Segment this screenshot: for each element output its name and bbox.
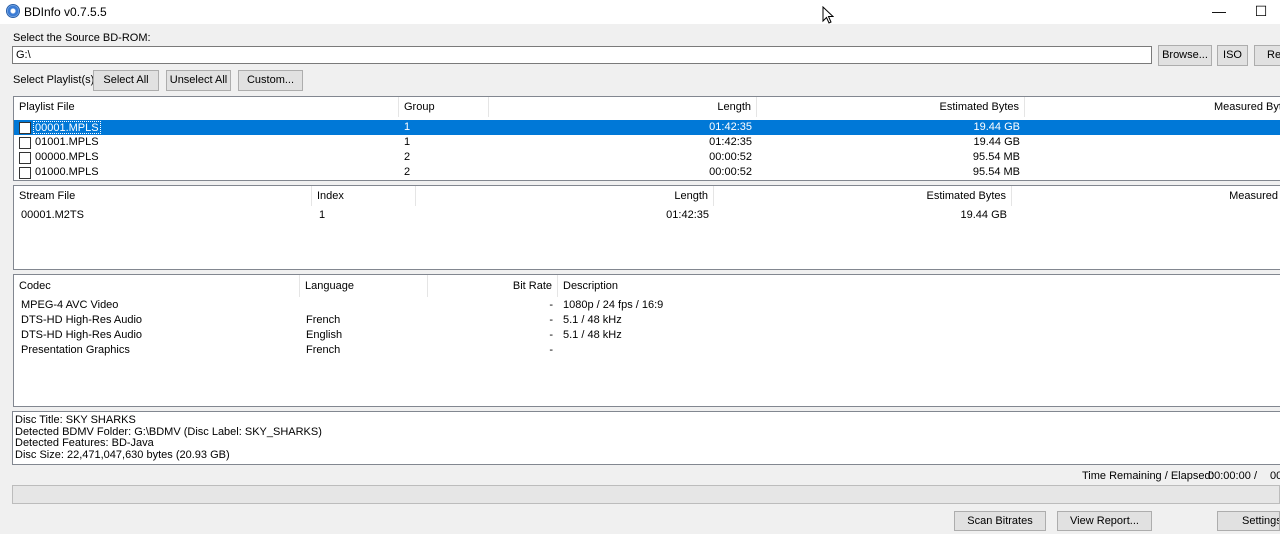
window-title: BDInfo v0.7.5.5 (24, 5, 107, 19)
codec-bitrate: - (549, 329, 553, 341)
codec-name: DTS-HD High-Res Audio (21, 314, 143, 326)
playlist-group: 1 (404, 136, 411, 148)
stream-row[interactable]: 00001.M2TS 1 01:42:35 19.44 GB (14, 208, 1280, 223)
disc-info-textbox[interactable]: Disc Title: SKY SHARKS Detected BDMV Fol… (12, 411, 1280, 465)
time-separator: / (1254, 470, 1258, 482)
playlist-file: 00001.MPLS (33, 121, 101, 134)
playlist-file: 01000.MPLS (35, 166, 99, 178)
playlist-header: Playlist File Group Length Estimated Byt… (14, 97, 1280, 117)
title-bar: BDInfo v0.7.5.5 — ☐ (0, 0, 1280, 24)
playlist-length: 01:42:35 (709, 136, 752, 148)
codec-description (558, 343, 1258, 358)
col-codec[interactable]: Codec (14, 275, 300, 297)
codec-description: 1080p / 24 fps / 16:9 (563, 299, 664, 311)
time-label: Time Remaining / Elapsed: (1082, 470, 1214, 482)
codec-name: DTS-HD High-Res Audio (21, 329, 143, 341)
col-estimated-bytes[interactable]: Estimated Bytes (757, 97, 1025, 117)
codec-language: French (306, 314, 341, 326)
col-language[interactable]: Language (300, 275, 428, 297)
playlist-checkbox[interactable] (19, 122, 31, 134)
playlist-row[interactable]: 01000.MPLS 2 00:00:52 95.54 MB (14, 165, 1280, 180)
col-description[interactable]: Description (558, 275, 1258, 297)
time-elapsed: 00 (1270, 470, 1280, 482)
source-label: Select the Source BD-ROM: (13, 32, 151, 44)
codec-bitrate: - (549, 344, 553, 356)
playlist-estimated: 19.44 GB (973, 136, 1020, 148)
iso-button[interactable]: ISO (1217, 45, 1248, 66)
codec-row[interactable]: Presentation Graphics French - (14, 343, 1280, 358)
codec-description: 5.1 / 48 kHz (563, 329, 622, 341)
playlist-length: 00:00:52 (709, 151, 752, 163)
playlist-listview[interactable]: Playlist File Group Length Estimated Byt… (13, 96, 1280, 181)
playlist-estimated: 19.44 GB (973, 121, 1020, 133)
view-report-button[interactable]: View Report... (1057, 511, 1152, 531)
playlist-row[interactable]: 00001.MPLS 1 01:42:35 19.44 GB (14, 120, 1280, 135)
col-stream-estimated[interactable]: Estimated Bytes (714, 186, 1012, 206)
codec-row[interactable]: DTS-HD High-Res Audio English - 5.1 / 48… (14, 328, 1280, 343)
codec-name: Presentation Graphics (21, 344, 130, 356)
codec-language (301, 298, 428, 313)
col-playlist-file[interactable]: Playlist File (14, 97, 399, 117)
stream-index: 1 (319, 209, 326, 221)
scan-progress-bar (12, 485, 1280, 504)
stream-length: 01:42:35 (666, 209, 709, 221)
mouse-cursor-icon (822, 5, 835, 27)
bdinfo-disc-icon (6, 4, 20, 18)
codec-listview[interactable]: Codec Language Bit Rate Description MPEG… (13, 274, 1280, 407)
col-length[interactable]: Length (489, 97, 757, 117)
codec-bitrate: - (549, 314, 553, 326)
codec-row[interactable]: DTS-HD High-Res Audio French - 5.1 / 48 … (14, 313, 1280, 328)
playlist-length: 01:42:35 (709, 121, 752, 133)
maximize-button[interactable]: ☐ (1238, 0, 1280, 24)
col-index[interactable]: Index (312, 186, 416, 206)
col-stream-length[interactable]: Length (416, 186, 714, 206)
disc-title: Disc Title: SKY SHARKS (15, 414, 136, 426)
codec-language: English (306, 329, 343, 341)
playlist-estimated: 95.54 MB (972, 166, 1020, 178)
settings-button[interactable]: Settings... (1217, 511, 1280, 531)
unselect-all-button[interactable]: Unselect All (166, 70, 231, 91)
codec-header: Codec Language Bit Rate Description (14, 275, 1280, 297)
scan-bitrates-button[interactable]: Scan Bitrates (954, 511, 1046, 531)
select-playlists-label: Select Playlist(s): (13, 74, 98, 86)
playlist-file: 01001.MPLS (35, 136, 99, 148)
stream-estimated: 19.44 GB (960, 209, 1007, 221)
playlist-estimated: 95.54 MB (972, 151, 1020, 163)
disc-size: Disc Size: 22,471,047,630 bytes (20.93 G… (15, 448, 230, 461)
col-bit-rate[interactable]: Bit Rate (428, 275, 558, 297)
stream-header: Stream File Index Length Estimated Bytes… (14, 186, 1280, 206)
stream-listview[interactable]: Stream File Index Length Estimated Bytes… (13, 185, 1280, 270)
playlist-group: 1 (404, 121, 411, 133)
codec-bitrate: - (549, 299, 553, 311)
source-path-input[interactable]: G:\ (12, 46, 1152, 64)
codec-language: French (306, 344, 341, 356)
playlist-row[interactable]: 01001.MPLS 1 01:42:35 19.44 GB (14, 135, 1280, 150)
codec-name: MPEG-4 AVC Video (21, 299, 119, 311)
col-stream-file[interactable]: Stream File (14, 186, 312, 206)
time-remaining: 00:00:00 (1208, 470, 1251, 482)
col-measured-bytes[interactable]: Measured Byte (1025, 97, 1280, 117)
disc-features: Detected Features: BD-Java (15, 437, 154, 449)
col-group[interactable]: Group (399, 97, 489, 117)
select-all-button[interactable]: Select All (93, 70, 159, 91)
disc-bdmv-folder: Detected BDMV Folder: G:\BDMV (Disc Labe… (15, 425, 322, 438)
playlist-row[interactable]: 00000.MPLS 2 00:00:52 95.54 MB (14, 150, 1280, 165)
playlist-group: 2 (404, 151, 411, 163)
col-stream-measured[interactable]: Measured (1012, 186, 1280, 206)
stream-file: 00001.M2TS (21, 209, 84, 221)
playlist-group: 2 (404, 166, 411, 178)
codec-row[interactable]: MPEG-4 AVC Video - 1080p / 24 fps / 16:9 (14, 298, 1280, 313)
codec-description: 5.1 / 48 kHz (563, 314, 622, 326)
playlist-length: 00:00:52 (709, 166, 752, 178)
playlist-file: 00000.MPLS (35, 151, 99, 163)
custom-button[interactable]: Custom... (238, 70, 303, 91)
minimize-button[interactable]: — (1196, 0, 1242, 24)
browse-button[interactable]: Browse... (1158, 45, 1212, 66)
rescan-button[interactable]: Re (1254, 45, 1280, 66)
